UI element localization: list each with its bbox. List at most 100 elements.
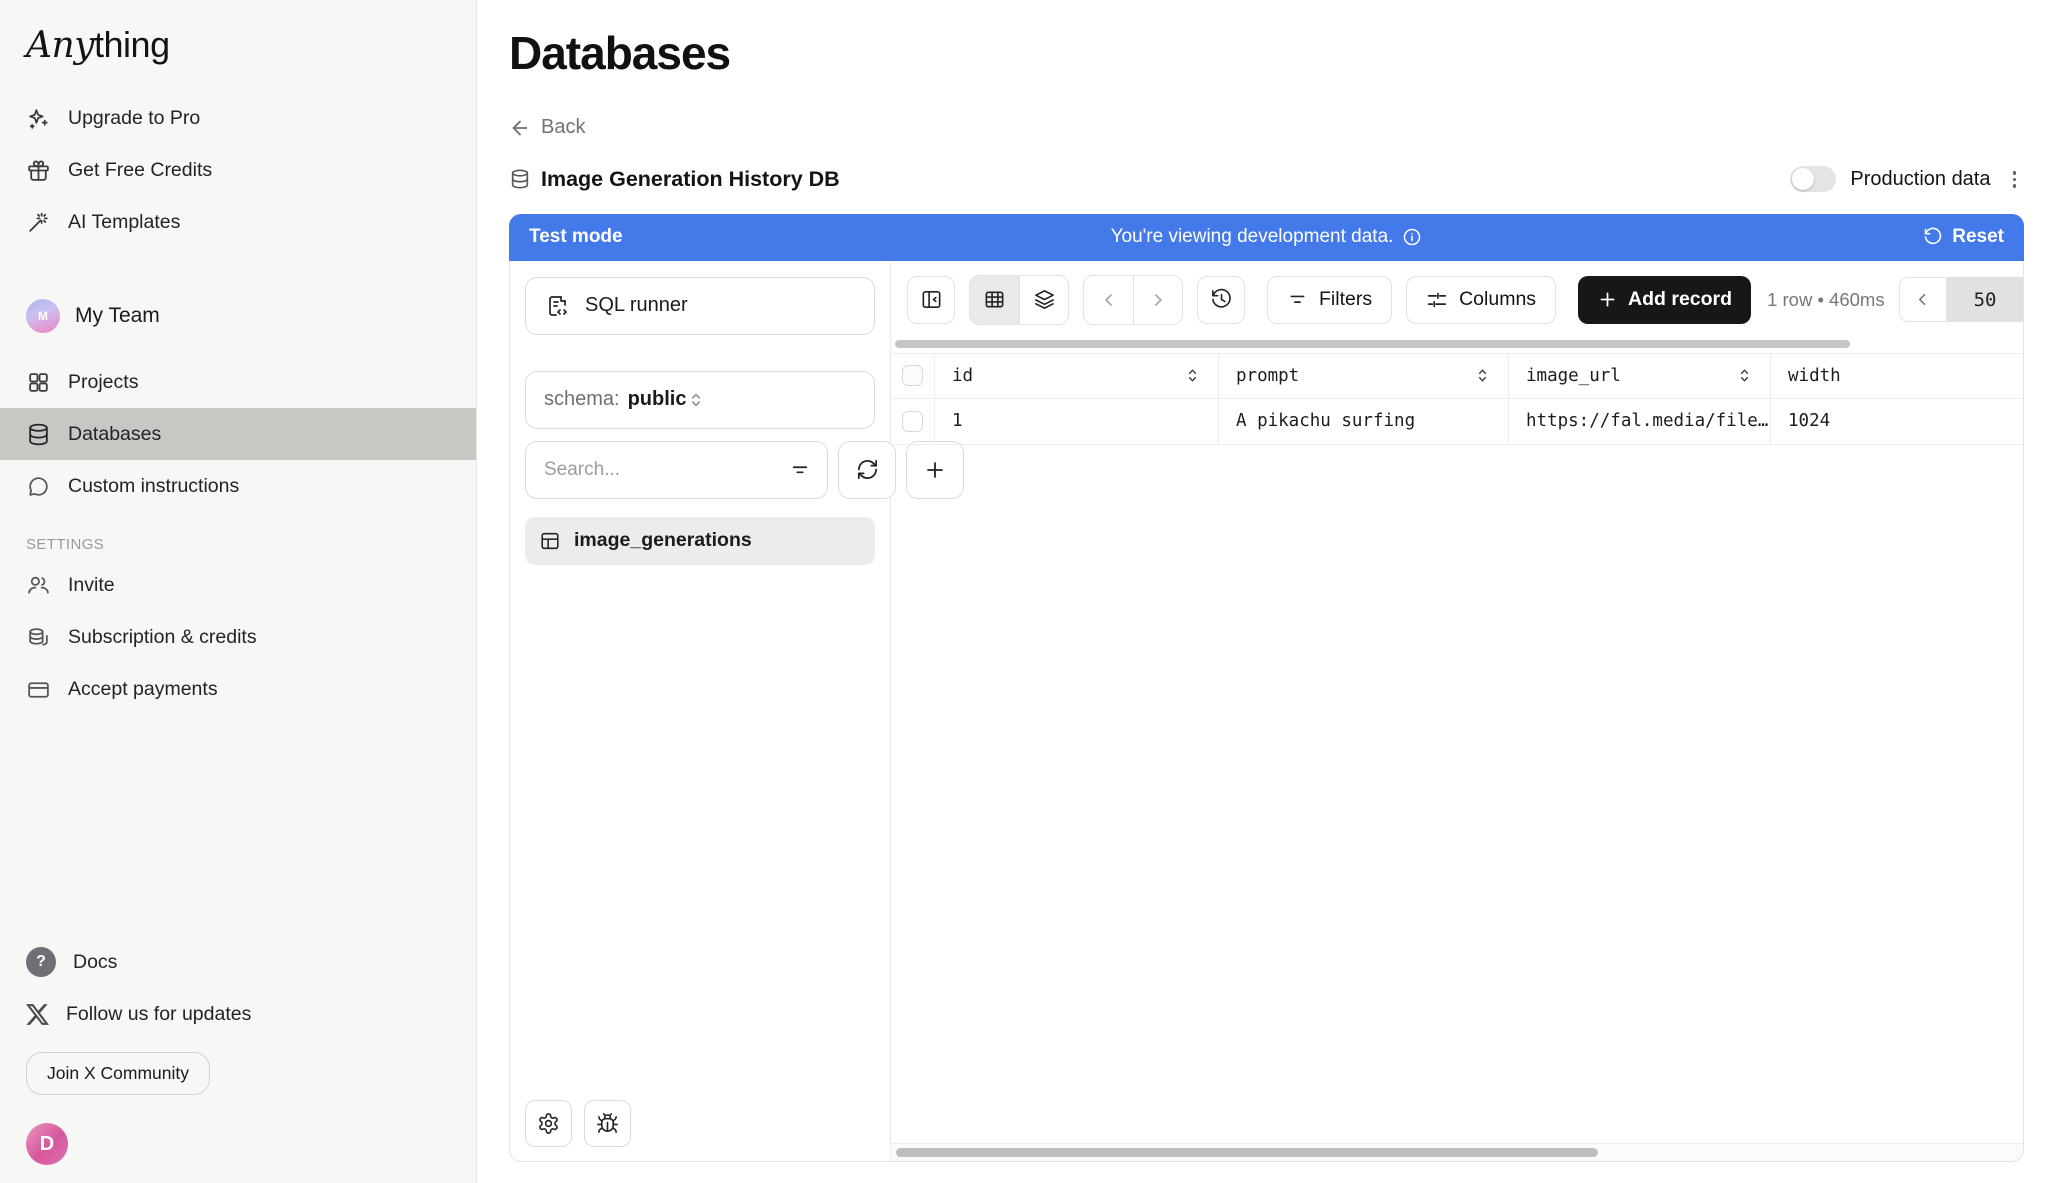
arrow-left-icon	[509, 117, 531, 139]
brand-logo-regular: thing	[94, 24, 170, 65]
production-data-toggle[interactable]	[1790, 166, 1836, 192]
view-mode-switch	[969, 275, 1069, 325]
page-values[interactable]: 50 0	[1946, 278, 2024, 321]
column-header-prompt[interactable]: prompt	[1219, 353, 1509, 399]
sidebar-item-ai-templates[interactable]: AI Templates	[0, 196, 476, 248]
chevron-left-icon	[1099, 290, 1119, 310]
sidebar-item-label: AI Templates	[68, 211, 180, 234]
reset-icon	[1923, 227, 1943, 247]
coins-icon	[26, 625, 51, 650]
prev-record-button[interactable]	[1084, 276, 1133, 324]
wand-icon	[26, 210, 51, 235]
team-avatar: M	[26, 299, 60, 333]
schema-prefix: schema:	[544, 388, 620, 411]
sidebar-item-label: Custom instructions	[68, 475, 239, 498]
sidebar-item-upgrade-to-pro[interactable]: Upgrade to Pro	[0, 92, 476, 144]
refresh-button[interactable]	[838, 441, 896, 499]
sidebar-item-follow-updates[interactable]: Follow us for updates	[0, 988, 476, 1040]
data-grid-area: Filters Columns Add reco	[891, 261, 2023, 1162]
settings-section-label: SETTINGS	[26, 536, 450, 553]
filters-button[interactable]: Filters	[1267, 276, 1392, 324]
table-header-row: id prompt	[891, 353, 2023, 399]
columns-button[interactable]: Columns	[1406, 276, 1556, 324]
sidebar-item-label: Invite	[68, 574, 115, 597]
test-mode-label: Test mode	[529, 226, 623, 248]
table-list-item-image-generations[interactable]: image_generations	[525, 517, 875, 565]
sidebar-item-databases[interactable]: Databases	[0, 408, 476, 460]
sidebar-item-projects[interactable]: Projects	[0, 356, 476, 408]
settings-button[interactable]	[525, 1100, 572, 1147]
sort-icon[interactable]	[1184, 367, 1201, 384]
reset-button[interactable]: Reset	[1923, 226, 2004, 248]
gear-icon	[537, 1112, 560, 1135]
cell-image-url[interactable]: https://fal.media/file…	[1509, 399, 1771, 445]
sidebar-item-label: Databases	[68, 423, 161, 446]
refresh-icon	[856, 458, 879, 481]
users-icon	[26, 573, 51, 598]
scrollbar-thumb[interactable]	[896, 1148, 1598, 1157]
sort-icon[interactable]	[1474, 367, 1491, 384]
back-link[interactable]: Back	[509, 116, 585, 139]
sparkles-icon	[26, 106, 51, 131]
layers-view-button[interactable]	[1019, 276, 1068, 324]
production-data-label: Production data	[1850, 168, 1990, 191]
sidebar-item-subscription-credits[interactable]: Subscription & credits	[0, 611, 476, 663]
sidebar-item-invite[interactable]: Invite	[0, 559, 476, 611]
more-options-icon[interactable]	[2005, 165, 2025, 194]
prev-page-button[interactable]	[1900, 278, 1946, 321]
brand-logo[interactable]: Anything	[0, 16, 476, 66]
table-browser-pane: SQL runner schema: public	[510, 261, 891, 1162]
sliders-icon	[1426, 289, 1448, 311]
select-all-checkbox[interactable]	[902, 365, 923, 386]
cell-id[interactable]: 1	[935, 399, 1219, 445]
team-switcher[interactable]: M My Team	[0, 290, 476, 342]
sql-runner-label: SQL runner	[585, 294, 688, 317]
sidebar-item-label: Get Free Credits	[68, 159, 212, 182]
debug-button[interactable]	[584, 1100, 631, 1147]
collapse-sidebar-button[interactable]	[907, 276, 955, 324]
record-nav	[1083, 275, 1183, 325]
column-header-width[interactable]: width	[1771, 353, 2023, 399]
sql-runner-button[interactable]: SQL runner	[525, 277, 875, 335]
result-summary: 1 row • 460ms	[1767, 289, 1885, 311]
credit-card-icon	[26, 677, 51, 702]
sidebar-item-label: Subscription & credits	[68, 626, 257, 649]
info-icon[interactable]	[1402, 227, 1422, 247]
sidebar: Anything Upgrade to Pro Get Free Credits…	[0, 0, 477, 1183]
filter-lines-icon[interactable]	[789, 459, 811, 481]
banner-message: You're viewing development data.	[1111, 226, 1394, 248]
schema-select[interactable]: schema: public	[525, 371, 875, 429]
cell-width[interactable]: 1024	[1771, 399, 2023, 445]
sidebar-item-label: Follow us for updates	[66, 1003, 251, 1026]
history-button[interactable]	[1197, 276, 1245, 324]
sidebar-item-docs[interactable]: ? Docs	[0, 936, 476, 988]
column-header-image-url[interactable]: image_url	[1509, 353, 1771, 399]
sidebar-item-custom-instructions[interactable]: Custom instructions	[0, 460, 476, 512]
table-row[interactable]: 1 A pikachu surfing https://fal.media/fi…	[891, 399, 2023, 445]
sidebar-item-accept-payments[interactable]: Accept payments	[0, 663, 476, 715]
header-checkbox-cell	[891, 353, 935, 399]
table-name: image_generations	[574, 529, 752, 552]
table-view-button[interactable]	[970, 276, 1019, 324]
table-icon	[539, 530, 561, 552]
column-header-id[interactable]: id	[935, 353, 1219, 399]
panel-left-close-icon	[920, 288, 943, 311]
user-avatar[interactable]: D	[26, 1123, 68, 1165]
add-record-button[interactable]: Add record	[1578, 276, 1751, 324]
grid-empty-space	[891, 445, 2023, 1144]
join-x-community-button[interactable]: Join X Community	[26, 1052, 210, 1095]
page-size-value: 50	[1974, 289, 1997, 311]
help-icon: ?	[26, 947, 56, 977]
sidebar-item-get-free-credits[interactable]: Get Free Credits	[0, 144, 476, 196]
search-input[interactable]	[544, 459, 789, 481]
cell-prompt[interactable]: A pikachu surfing	[1219, 399, 1509, 445]
brand-logo-italic: Any	[26, 25, 94, 66]
next-record-button[interactable]	[1133, 276, 1182, 324]
sidebar-item-label: Upgrade to Pro	[68, 107, 200, 130]
sort-icon[interactable]	[1736, 367, 1753, 384]
row-checkbox[interactable]	[902, 411, 923, 432]
columns-label: Columns	[1459, 288, 1536, 311]
scrollbar-thumb[interactable]	[895, 340, 1850, 348]
history-icon	[1210, 288, 1233, 311]
sidebar-item-label: Docs	[73, 951, 117, 974]
